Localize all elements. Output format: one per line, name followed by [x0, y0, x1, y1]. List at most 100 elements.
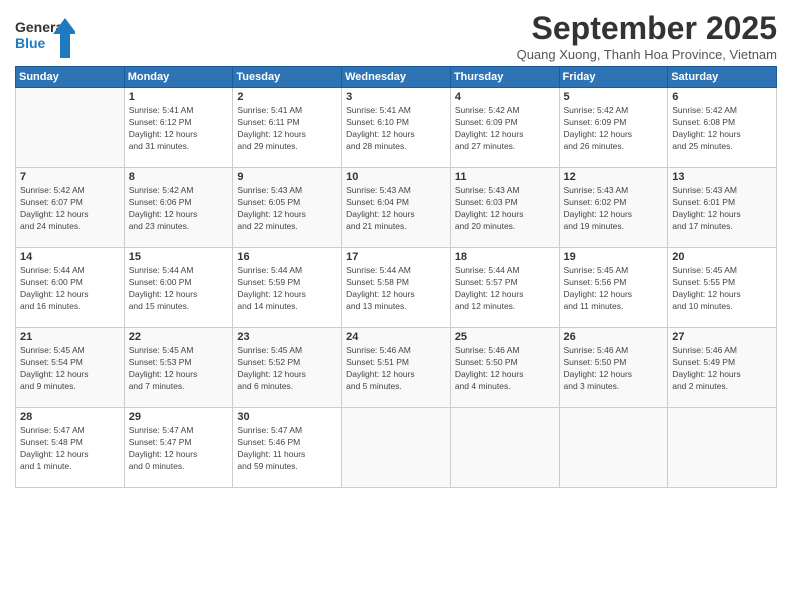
day-info: Sunrise: 5:45 AMSunset: 5:53 PMDaylight:… [129, 345, 229, 393]
col-sunday: Sunday [16, 67, 125, 88]
calendar-cell: 18 Sunrise: 5:44 AMSunset: 5:57 PMDayligh… [450, 248, 559, 328]
calendar-cell: 9 Sunrise: 5:43 AMSunset: 6:05 PMDaylight… [233, 168, 342, 248]
calendar-cell: 25 Sunrise: 5:46 AMSunset: 5:50 PMDayligh… [450, 328, 559, 408]
calendar-cell: 21 Sunrise: 5:45 AMSunset: 5:54 PMDayligh… [16, 328, 125, 408]
col-tuesday: Tuesday [233, 67, 342, 88]
calendar-row: 21 Sunrise: 5:45 AMSunset: 5:54 PMDayligh… [16, 328, 777, 408]
calendar-row: 28Sunrise: 5:47 AMSunset: 5:48 PMDayligh… [16, 408, 777, 488]
calendar-cell: 30Sunrise: 5:47 AMSunset: 5:46 PMDayligh… [233, 408, 342, 488]
calendar-row: 7 Sunrise: 5:42 AMSunset: 6:07 PMDaylight… [16, 168, 777, 248]
title-section: September 2025 Quang Xuong, Thanh Hoa Pr… [517, 10, 777, 62]
day-info: Sunrise: 5:44 AMSunset: 5:58 PMDaylight:… [346, 265, 446, 313]
day-number: 3 [346, 91, 446, 103]
calendar-cell: 20 Sunrise: 5:45 AMSunset: 5:55 PMDayligh… [668, 248, 777, 328]
day-number: 20 [672, 251, 772, 263]
col-friday: Friday [559, 67, 668, 88]
logo: General Blue [15, 14, 75, 62]
calendar-cell: 8 Sunrise: 5:42 AMSunset: 6:06 PMDaylight… [124, 168, 233, 248]
day-number: 21 [20, 331, 120, 343]
calendar-row: 14 Sunrise: 5:44 AMSunset: 6:00 PMDayligh… [16, 248, 777, 328]
calendar-cell: 2Sunrise: 5:41 AMSunset: 6:11 PMDaylight… [233, 88, 342, 168]
day-info: Sunrise: 5:44 AMSunset: 6:00 PMDaylight:… [20, 265, 120, 313]
col-wednesday: Wednesday [342, 67, 451, 88]
day-info: Sunrise: 5:43 AMSunset: 6:03 PMDaylight:… [455, 185, 555, 233]
calendar-cell: 17Sunrise: 5:44 AMSunset: 5:58 PMDayligh… [342, 248, 451, 328]
day-info: Sunrise: 5:45 AMSunset: 5:56 PMDaylight:… [564, 265, 664, 313]
day-info: Sunrise: 5:46 AMSunset: 5:51 PMDaylight:… [346, 345, 446, 393]
calendar-cell: 22 Sunrise: 5:45 AMSunset: 5:53 PMDayligh… [124, 328, 233, 408]
calendar-cell [450, 408, 559, 488]
day-info: Sunrise: 5:46 AMSunset: 5:50 PMDaylight:… [455, 345, 555, 393]
day-info: Sunrise: 5:45 AMSunset: 5:54 PMDaylight:… [20, 345, 120, 393]
svg-text:Blue: Blue [15, 35, 46, 51]
day-number: 22 [129, 331, 229, 343]
calendar-cell: 28Sunrise: 5:47 AMSunset: 5:48 PMDayligh… [16, 408, 125, 488]
day-info: Sunrise: 5:43 AMSunset: 6:02 PMDaylight:… [564, 185, 664, 233]
calendar-cell: 15 Sunrise: 5:44 AMSunset: 6:00 PMDayligh… [124, 248, 233, 328]
month-title: September 2025 [517, 10, 777, 47]
calendar-cell [668, 408, 777, 488]
day-info: Sunrise: 5:42 AMSunset: 6:06 PMDaylight:… [129, 185, 229, 233]
day-info: Sunrise: 5:45 AMSunset: 5:52 PMDaylight:… [237, 345, 337, 393]
day-info: Sunrise: 5:41 AMSunset: 6:10 PMDaylight:… [346, 105, 446, 153]
col-thursday: Thursday [450, 67, 559, 88]
day-number: 29 [129, 411, 229, 423]
day-number: 6 [672, 91, 772, 103]
calendar-cell: 14 Sunrise: 5:44 AMSunset: 6:00 PMDayligh… [16, 248, 125, 328]
day-info: Sunrise: 5:44 AMSunset: 6:00 PMDaylight:… [129, 265, 229, 313]
day-number: 19 [564, 251, 664, 263]
calendar-cell: 19 Sunrise: 5:45 AMSunset: 5:56 PMDayligh… [559, 248, 668, 328]
calendar: Sunday Monday Tuesday Wednesday Thursday… [15, 66, 777, 488]
day-info: Sunrise: 5:42 AMSunset: 6:08 PMDaylight:… [672, 105, 772, 153]
day-number: 4 [455, 91, 555, 103]
calendar-cell: 6 Sunrise: 5:42 AMSunset: 6:08 PMDaylight… [668, 88, 777, 168]
calendar-cell: 27Sunrise: 5:46 AMSunset: 5:49 PMDayligh… [668, 328, 777, 408]
day-number: 11 [455, 171, 555, 183]
calendar-row: 1 Sunrise: 5:41 AMSunset: 6:12 PMDaylight… [16, 88, 777, 168]
day-number: 14 [20, 251, 120, 263]
day-number: 8 [129, 171, 229, 183]
day-info: Sunrise: 5:41 AMSunset: 6:12 PMDaylight:… [129, 105, 229, 153]
day-number: 13 [672, 171, 772, 183]
calendar-cell: 24 Sunrise: 5:46 AMSunset: 5:51 PMDayligh… [342, 328, 451, 408]
day-info: Sunrise: 5:47 AMSunset: 5:47 PMDaylight:… [129, 425, 229, 473]
day-number: 1 [129, 91, 229, 103]
header: General Blue September 2025 Quang Xuong,… [15, 10, 777, 62]
day-number: 7 [20, 171, 120, 183]
calendar-cell [342, 408, 451, 488]
col-saturday: Saturday [668, 67, 777, 88]
day-number: 24 [346, 331, 446, 343]
day-number: 9 [237, 171, 337, 183]
day-number: 10 [346, 171, 446, 183]
calendar-cell: 11 Sunrise: 5:43 AMSunset: 6:03 PMDayligh… [450, 168, 559, 248]
day-number: 25 [455, 331, 555, 343]
calendar-cell: 4 Sunrise: 5:42 AMSunset: 6:09 PMDaylight… [450, 88, 559, 168]
day-info: Sunrise: 5:44 AMSunset: 5:57 PMDaylight:… [455, 265, 555, 313]
day-info: Sunrise: 5:45 AMSunset: 5:55 PMDaylight:… [672, 265, 772, 313]
calendar-cell [16, 88, 125, 168]
day-info: Sunrise: 5:47 AMSunset: 5:48 PMDaylight:… [20, 425, 120, 473]
day-number: 5 [564, 91, 664, 103]
calendar-cell: 1 Sunrise: 5:41 AMSunset: 6:12 PMDaylight… [124, 88, 233, 168]
day-number: 18 [455, 251, 555, 263]
calendar-cell: 12 Sunrise: 5:43 AMSunset: 6:02 PMDayligh… [559, 168, 668, 248]
calendar-cell: 13 Sunrise: 5:43 AMSunset: 6:01 PMDayligh… [668, 168, 777, 248]
subtitle: Quang Xuong, Thanh Hoa Province, Vietnam [517, 47, 777, 62]
day-number: 16 [237, 251, 337, 263]
day-info: Sunrise: 5:44 AMSunset: 5:59 PMDaylight:… [237, 265, 337, 313]
day-info: Sunrise: 5:46 AMSunset: 5:49 PMDaylight:… [672, 345, 772, 393]
calendar-cell: 3 Sunrise: 5:41 AMSunset: 6:10 PMDaylight… [342, 88, 451, 168]
day-info: Sunrise: 5:42 AMSunset: 6:09 PMDaylight:… [455, 105, 555, 153]
calendar-cell: 16 Sunrise: 5:44 AMSunset: 5:59 PMDayligh… [233, 248, 342, 328]
calendar-cell: 10Sunrise: 5:43 AMSunset: 6:04 PMDayligh… [342, 168, 451, 248]
day-number: 30 [237, 411, 337, 423]
logo-svg: General Blue [15, 14, 75, 62]
day-info: Sunrise: 5:42 AMSunset: 6:07 PMDaylight:… [20, 185, 120, 233]
day-info: Sunrise: 5:46 AMSunset: 5:50 PMDaylight:… [564, 345, 664, 393]
day-number: 15 [129, 251, 229, 263]
day-number: 23 [237, 331, 337, 343]
day-info: Sunrise: 5:41 AMSunset: 6:11 PMDaylight:… [237, 105, 337, 153]
day-info: Sunrise: 5:43 AMSunset: 6:01 PMDaylight:… [672, 185, 772, 233]
day-number: 12 [564, 171, 664, 183]
day-info: Sunrise: 5:43 AMSunset: 6:05 PMDaylight:… [237, 185, 337, 233]
